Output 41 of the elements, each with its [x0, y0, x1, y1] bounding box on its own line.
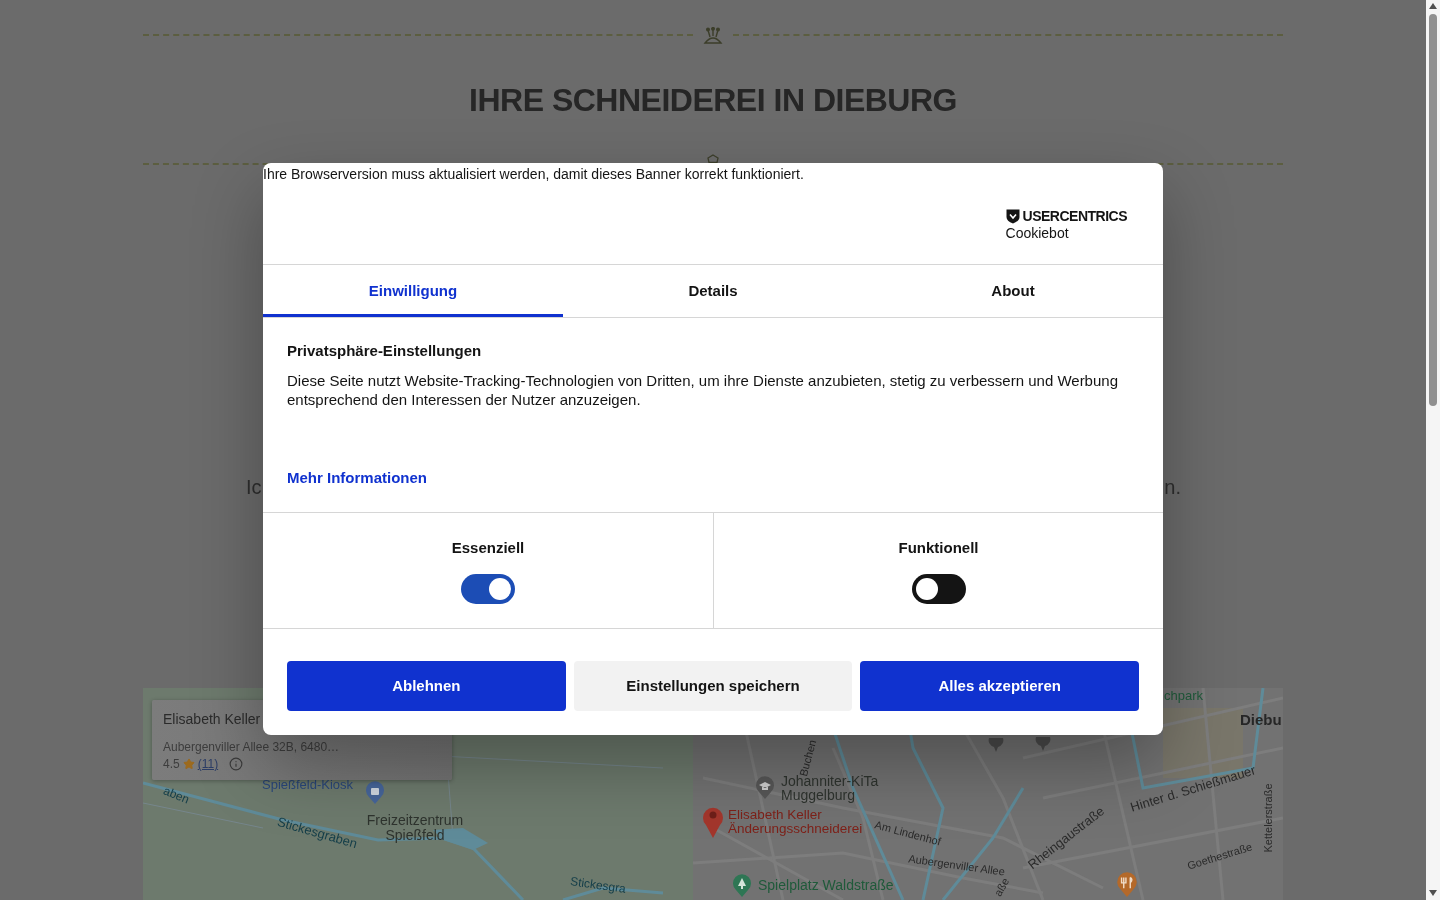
- map-label: aben: [161, 783, 192, 807]
- toggle-switch[interactable]: [461, 574, 515, 604]
- shield-check-icon: [1005, 209, 1020, 224]
- tab[interactable]: Details: [563, 265, 863, 317]
- scrollbar-thumb[interactable]: [1429, 14, 1437, 406]
- rating-value: 4.5: [163, 756, 180, 773]
- brand-name: USERCENTRICS: [1022, 208, 1127, 225]
- more-info-link[interactable]: Mehr Informationen: [287, 469, 427, 487]
- map-label: Elisabeth Keller Änderungsschneiderei: [728, 808, 864, 836]
- scroll-up-arrow-icon[interactable]: [1429, 3, 1437, 9]
- tree-pin-icon[interactable]: [732, 874, 752, 898]
- product-name: Cookiebot: [1005, 225, 1070, 242]
- tab[interactable]: Einwilligung: [263, 265, 563, 317]
- toggle-switch[interactable]: [911, 574, 966, 604]
- browser-notice: Ihre Browserversion muss aktualisiert werden, damit dieses Banner korrekt funktioniert.: [263, 165, 805, 184]
- map-pin-icon[interactable]: [703, 805, 723, 838]
- consent-button[interactable]: Ablehnen: [287, 661, 566, 711]
- section-title: Privatsphäre-Einstellungen: [287, 342, 483, 360]
- shopping-bag-pin-icon[interactable]: [365, 781, 385, 805]
- page-heading: IHRE SCHNEIDEREI IN DIEBURG: [469, 81, 957, 120]
- map-label: Freizeitzentrum Spießfeld: [365, 813, 465, 843]
- scroll-down-arrow-icon[interactable]: [1429, 890, 1437, 896]
- map-label: Spießfeld-Kiosk: [262, 778, 354, 792]
- category-label: Essenziell: [451, 539, 525, 557]
- star-icon: [182, 758, 195, 770]
- pentagon-icon: [707, 153, 719, 163]
- consent-button[interactable]: Einstellungen speichern: [573, 661, 853, 711]
- map-label: chpark: [1164, 689, 1204, 703]
- pincushion-icon: [703, 26, 723, 44]
- graduation-cap-pin-icon[interactable]: [755, 776, 775, 800]
- category-label: Funktionell: [898, 539, 979, 557]
- map-label: Diebu: [1240, 713, 1282, 727]
- consent-button[interactable]: Alles akzeptieren: [860, 661, 1139, 711]
- map-label: Kettelerstraße: [1260, 783, 1275, 853]
- fork-knife-pin-icon[interactable]: [1116, 872, 1138, 898]
- map-label: Spielplatz Waldstraße: [758, 878, 894, 892]
- info-icon[interactable]: [229, 757, 244, 771]
- place-name: Elisabeth Keller: [163, 711, 262, 727]
- map-label: Stickesgra: [569, 874, 627, 896]
- description-text: Diese Seite nutzt Website-Tracking-Technologien von Dritten, um ihre Dienste anzubieten, stetig zu verbessern und Werbung entsprechend den Interessen der Nutzer anzuzeigen.: [287, 371, 1119, 409]
- tab[interactable]: About: [863, 265, 1163, 317]
